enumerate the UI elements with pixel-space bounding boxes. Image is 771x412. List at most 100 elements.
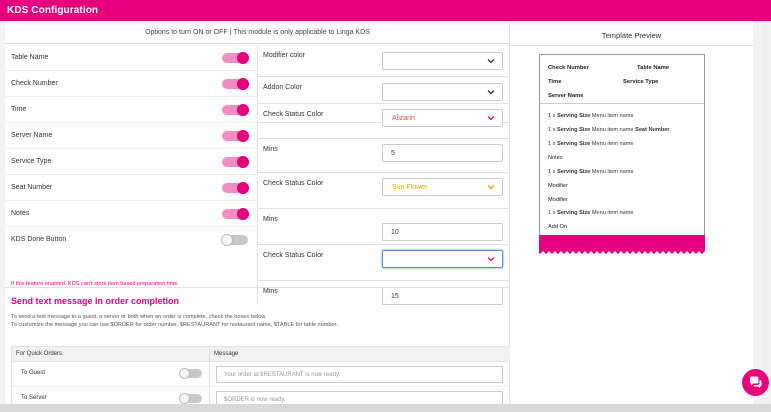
toggle-knob	[237, 208, 249, 220]
item-qty: 1 x	[548, 141, 556, 147]
chat-bubble-icon	[750, 376, 762, 388]
mins-input-1[interactable]: 5	[382, 144, 503, 162]
server-name-toggle[interactable]	[222, 130, 249, 142]
preview-service-type: Service Type	[623, 79, 659, 85]
chevron-down-icon	[487, 257, 495, 262]
preview-item-line: 1 x Serving Size Menu item name	[548, 141, 634, 147]
preview-add-on: Add On	[548, 224, 567, 230]
sms-table-header: For Quick Orders Message	[12, 347, 511, 362]
table-row: To Guest Your order at $RESTAURANT is no…	[12, 362, 511, 387]
item-serving-size: Serving Size	[557, 169, 591, 175]
preview-notes: Notes	[548, 155, 563, 161]
sms-description-line-1: To send a text message to a guest, a ser…	[11, 314, 267, 320]
toggle-knob	[237, 78, 249, 90]
recipient-label: To Server	[21, 395, 47, 401]
toggle-row-kds-done-button: KDS Done Button	[5, 227, 258, 253]
item-name: Menu item name	[591, 169, 634, 175]
setting-row-check-status-color-3: Check Status Color	[258, 245, 510, 281]
kds-configuration-page: KDS Configuration Options to turn ON or …	[0, 0, 771, 412]
preview-table-name: Table Name	[637, 65, 670, 71]
check-status-color-select-1[interactable]: Alizarin	[382, 109, 503, 127]
chat-button[interactable]	[742, 369, 769, 396]
ticket-zigzag-edge	[539, 250, 705, 254]
message-value: Your order at $RESTAURANT is now ready.	[224, 372, 341, 378]
setting-row-check-status-color-1: Check Status Color Alizarin	[258, 103, 510, 139]
time-toggle[interactable]	[222, 104, 249, 116]
toggle-knob	[237, 104, 249, 116]
kds-ticket-preview: Check Number Table Name Time Service Typ…	[539, 54, 705, 236]
horizontal-scrollbar[interactable]	[0, 404, 771, 412]
preview-server-name: Server Name	[548, 93, 584, 99]
setting-label: Mins	[263, 146, 278, 153]
seat-number-toggle[interactable]	[222, 182, 249, 194]
message-value: $ORDER is now ready.	[224, 397, 286, 403]
preview-check-number: Check Number	[548, 65, 589, 71]
chevron-down-icon	[487, 185, 495, 190]
item-qty: 1 x	[548, 113, 556, 119]
preview-item-line: 1 x Serving Size Menu item name Seat Num…	[548, 127, 670, 133]
select-value: Alizarin	[392, 115, 415, 122]
notice-highlight: This module is only applicable to Linga …	[233, 29, 370, 36]
toggle-label: Service Type	[11, 158, 52, 165]
check-number-toggle[interactable]	[222, 78, 249, 90]
table-name-toggle[interactable]	[222, 52, 249, 64]
column-header-quick-orders: For Quick Orders	[16, 351, 63, 357]
check-status-color-select-3[interactable]	[382, 250, 503, 268]
to-guest-toggle[interactable]	[179, 368, 202, 379]
toggle-label: Table Name	[11, 54, 49, 61]
sms-section: Send text message in order completion To…	[5, 287, 511, 412]
template-preview-title: Template Preview	[601, 31, 662, 40]
item-name: Menu item name	[591, 210, 634, 216]
notes-toggle[interactable]	[222, 208, 249, 220]
toggle-label: Seat Number	[11, 184, 53, 191]
preview-modifier: Modifier	[548, 183, 568, 189]
input-value: 10	[391, 229, 399, 236]
sms-description-line-2: To customize the message you can use $OR…	[11, 322, 338, 328]
item-name: Menu item name	[591, 127, 634, 133]
divider	[510, 45, 753, 46]
toggle-label: Notes	[11, 210, 30, 217]
ticket-footer-band	[539, 235, 705, 250]
setting-row-mins-2: Mins 10	[258, 209, 510, 245]
toggle-knob	[237, 130, 249, 142]
setting-label: Addon Color	[263, 84, 302, 91]
toggle-row-notes: Notes	[5, 201, 258, 227]
mins-input-2[interactable]: 10	[382, 223, 503, 241]
toggle-row-seat-number: Seat Number	[5, 175, 258, 201]
chevron-down-icon	[487, 59, 495, 64]
toggle-label: Server Name	[11, 132, 53, 139]
setting-label: Mins	[263, 216, 278, 223]
toggle-row-check-number: Check Number	[5, 71, 258, 97]
to-server-toggle[interactable]	[179, 393, 202, 404]
service-type-toggle[interactable]	[222, 156, 249, 168]
notice-text: Options to turn ON or OFF	[145, 29, 228, 36]
addon-color-select[interactable]	[382, 83, 503, 101]
toggle-row-time: Time	[5, 97, 258, 123]
ticket-divider	[540, 103, 704, 104]
modifier-color-select[interactable]	[382, 52, 503, 70]
toggle-row-service-type: Service Type	[5, 149, 258, 175]
preview-item-line: 1 x Serving Size Menu item name	[548, 113, 634, 119]
toggle-row-server-name: Server Name	[5, 123, 258, 149]
toggle-row-table-name: Table Name	[5, 45, 258, 71]
toggle-knob	[237, 52, 249, 64]
module-notice: Options to turn ON or OFF | This module …	[5, 21, 510, 44]
select-value: Sun Flower	[392, 184, 428, 191]
ticket-footer	[539, 235, 705, 255]
item-serving-size: Serving Size	[557, 141, 591, 147]
preview-modifier: Modifier	[548, 197, 568, 203]
setting-label: Check Status Color	[263, 180, 324, 187]
toggle-knob	[179, 368, 190, 379]
toggle-label: Check Number	[11, 80, 58, 87]
item-serving-size: Serving Size	[557, 127, 591, 133]
column-header-message: Message	[214, 351, 239, 357]
item-qty: 1 x	[548, 210, 556, 216]
vertical-scrollbar[interactable]	[762, 21, 771, 412]
template-preview-panel: Template Preview Check Number Table Name…	[510, 21, 753, 412]
kds-done-button-toggle[interactable]	[221, 234, 248, 246]
item-name: Menu item name	[591, 141, 634, 147]
check-status-color-select-2[interactable]: Sun Flower	[382, 178, 503, 196]
guest-message-input[interactable]: Your order at $RESTAURANT is now ready.	[216, 366, 503, 383]
item-serving-size: Serving Size	[557, 113, 591, 119]
toggle-knob	[237, 156, 249, 168]
